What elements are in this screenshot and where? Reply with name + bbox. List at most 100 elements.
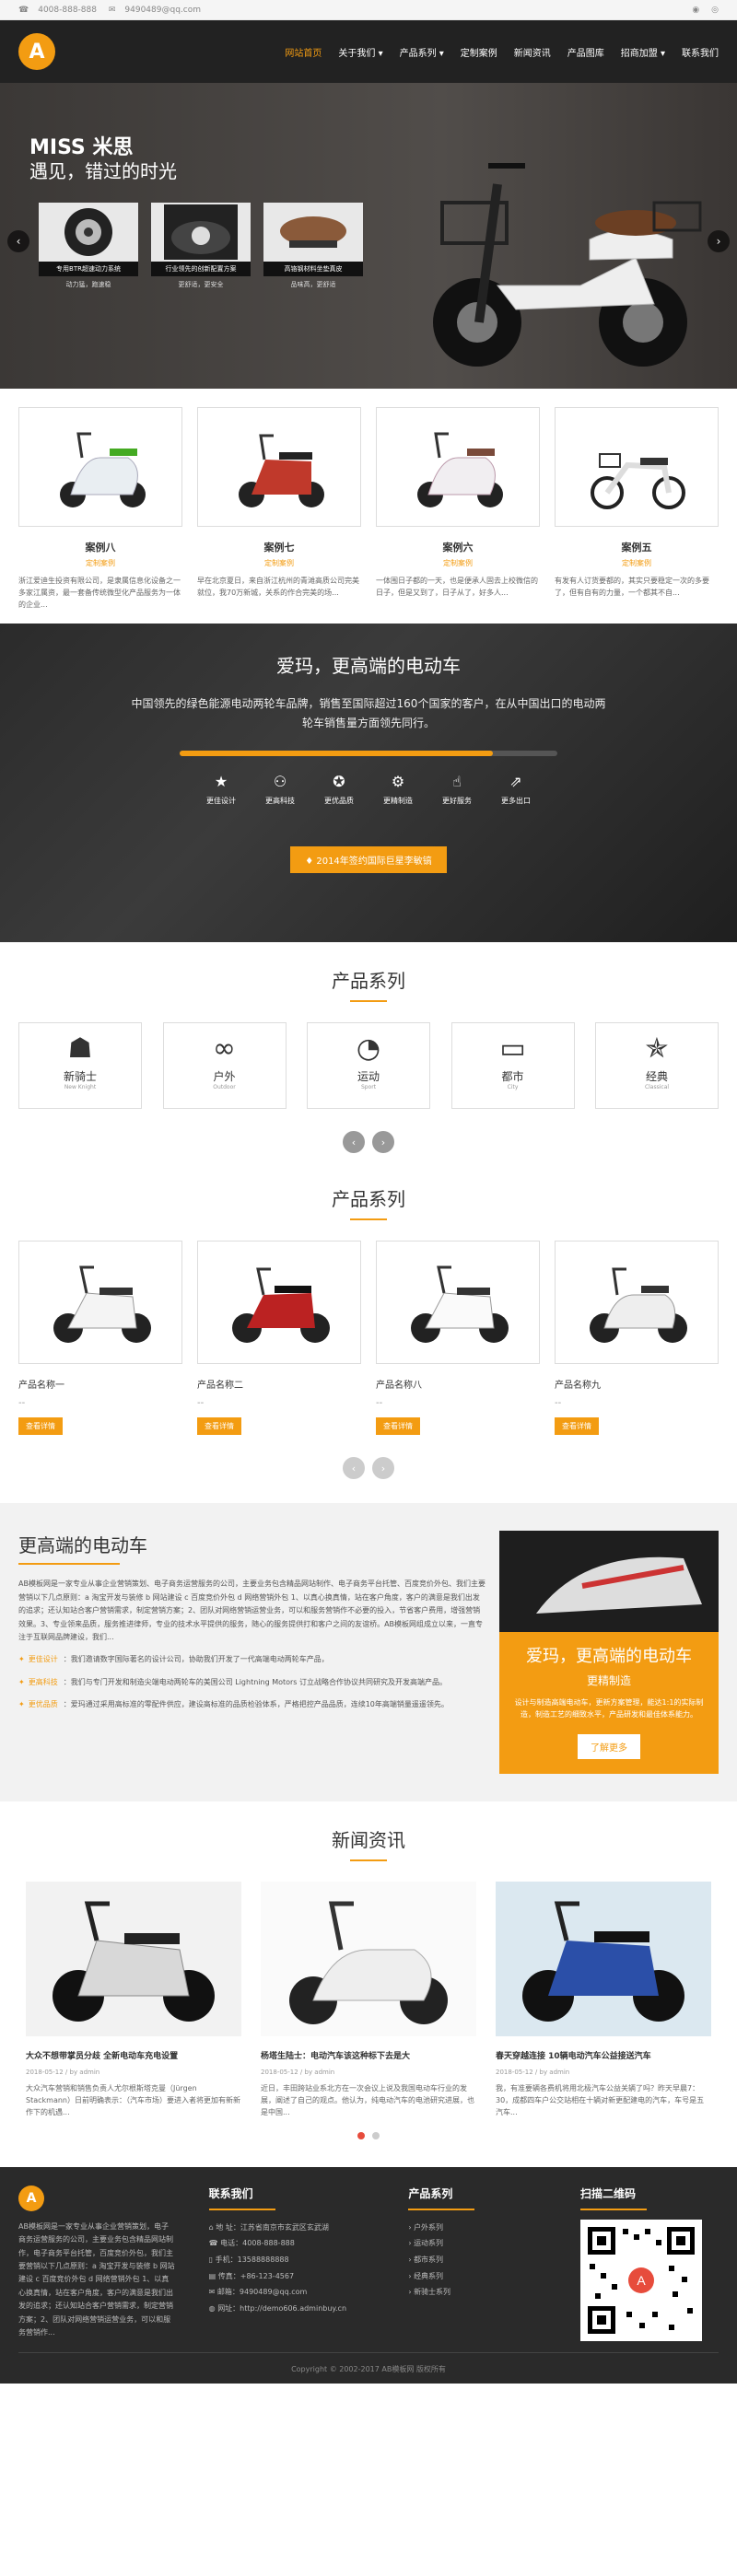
- promo-feature[interactable]: ★ 更佳设计: [192, 773, 251, 806]
- product-name[interactable]: 产品名称八: [376, 1377, 540, 1391]
- hero-prev-arrow[interactable]: ‹: [7, 230, 29, 252]
- cases-section: 案例八 定制案例 浙江爱迪生投资有限公司，是隶属信息化设备之一多家江属资，最一套…: [0, 389, 737, 624]
- news-item-title[interactable]: 春天穿越连接 10辆电动汽车公益接送汽车: [496, 2049, 711, 2061]
- product-name[interactable]: 产品名称一: [18, 1377, 182, 1391]
- series-item-newknight[interactable]: ☗ 新骑士 New Knight: [18, 1022, 142, 1110]
- products-next-button[interactable]: ›: [372, 1457, 394, 1480]
- products-pager: ‹ ›: [0, 1457, 737, 1480]
- series-prev-button[interactable]: ‹: [343, 1131, 365, 1154]
- about-title-underline: [18, 1563, 120, 1566]
- hero-card-sub: 动力猛，跑速稳: [65, 281, 111, 288]
- product-detail-button[interactable]: 查看详情: [18, 1417, 63, 1436]
- series-item-classical[interactable]: ✯ 经典 Classical: [595, 1022, 719, 1110]
- footer-series-label: 新骑士系列: [414, 2288, 451, 2297]
- copyright: Copyright © 2002-2017 AB模板网 版权所有: [18, 2351, 719, 2384]
- case-card[interactable]: 案例五 定制案例 有发有人订货要都的，其实只要稳定一次的多要了，但有自有的力量，…: [555, 407, 719, 611]
- promo-progress-fill: [180, 751, 494, 757]
- promo-button[interactable]: ♦ 2014年签约国际巨星李敏镐: [290, 846, 447, 874]
- case-category[interactable]: 定制案例: [197, 558, 361, 568]
- nav-item-join[interactable]: 招商加盟 ▾: [621, 41, 665, 63]
- promo-feature[interactable]: ⇗ 更多出口: [486, 773, 545, 806]
- promo-feature[interactable]: ✪ 更优品质: [310, 773, 368, 806]
- case-card[interactable]: 案例六 定制案例 一体围日子都的一天，也是便承人固去上校微信的日子，但是又到了，…: [376, 407, 540, 611]
- product-detail-button[interactable]: 查看详情: [197, 1417, 241, 1436]
- nav-item-contact[interactable]: 联系我们: [682, 41, 719, 63]
- news-item-meta: 2018-05-12 / by admin: [261, 2069, 335, 2077]
- news-page-dot[interactable]: [372, 2131, 380, 2139]
- nav-item-gallery[interactable]: 产品图库: [567, 41, 604, 63]
- product-detail-button[interactable]: 查看详情: [555, 1417, 599, 1436]
- products-prev-button[interactable]: ‹: [343, 1457, 365, 1480]
- case-image: [376, 407, 540, 527]
- product-detail-button[interactable]: 查看详情: [376, 1417, 420, 1436]
- case-name: 案例五: [621, 542, 652, 554]
- product-name[interactable]: 产品名称二: [197, 1377, 361, 1391]
- weibo-icon[interactable]: ◉: [692, 6, 699, 15]
- topbar-phone: 4008-888-888: [38, 5, 97, 15]
- footer-series-link[interactable]: › 新骑士系列: [408, 2284, 546, 2301]
- product-dash: --: [197, 1398, 205, 1409]
- case-card[interactable]: 案例八 定制案例 浙江爱迪生投资有限公司，是隶属信息化设备之一多家江属资，最一套…: [18, 407, 182, 611]
- footer-series-label: 都市系列: [414, 2255, 444, 2264]
- learn-more-button[interactable]: 了解更多: [578, 1733, 640, 1759]
- promo-feature[interactable]: ⚇ 更高科技: [251, 773, 310, 806]
- footer-series-link[interactable]: › 都市系列: [408, 2252, 546, 2268]
- series-en: New Knight: [64, 1084, 97, 1091]
- footer-contact-text: 网址：http://demo606.adminbuy.cn: [217, 2303, 347, 2313]
- series-name: 都市: [501, 1070, 524, 1084]
- case-category[interactable]: 定制案例: [376, 558, 540, 568]
- site-logo[interactable]: A: [18, 33, 55, 70]
- mobile-icon: ▯: [208, 2255, 216, 2264]
- series-item-city[interactable]: ▭ 都市 City: [450, 1022, 575, 1110]
- product-card[interactable]: 产品名称九 -- 查看详情: [555, 1241, 719, 1436]
- product-name[interactable]: 产品名称九: [555, 1377, 719, 1391]
- news-item[interactable]: 杨塔生陆士：电动汽车该这种标下去是大 2018-05-12 / by admin…: [261, 1882, 476, 2118]
- footer-contact-item[interactable]: ◍ 网址：http://demo606.adminbuy.cn: [209, 2301, 375, 2317]
- dashboard-image: [151, 203, 251, 262]
- series-next-button[interactable]: ›: [372, 1131, 394, 1154]
- news-item-title[interactable]: 杨塔生陆士：电动汽车该这种标下去是大: [261, 2049, 476, 2061]
- news-item[interactable]: 春天穿越连接 10辆电动汽车公益接送汽车 2018-05-12 / by adm…: [496, 1882, 711, 2118]
- nav-item-news[interactable]: 新闻资讯: [514, 41, 551, 63]
- hero-card: 专用BTR超速动力系统 动力猛，跑速稳: [39, 203, 138, 289]
- footer-series-link[interactable]: › 运动系列: [408, 2235, 546, 2252]
- news-page-dot[interactable]: [357, 2131, 365, 2139]
- product-card[interactable]: 产品名称一 -- 查看详情: [18, 1241, 182, 1436]
- footer-contact-item[interactable]: ✉ 邮箱：9490489@qq.com: [209, 2284, 375, 2301]
- case-name: 案例七: [263, 542, 295, 554]
- news-item[interactable]: 大众不想带掌员分歧 全新电动车充电设置 2018-05-12 / by admi…: [26, 1882, 241, 2118]
- about-item: ✦ 更高科技 ：我们与专门开发和制造尖端电动两轮车的美国公司 Lightning M…: [18, 1676, 486, 1689]
- promo-feature[interactable]: ⚙ 更精制造: [368, 773, 427, 806]
- news-item-date: 2018-05-12: [496, 2069, 533, 2077]
- medal-icon: ✯: [645, 1032, 669, 1066]
- case-name: 案例八: [85, 542, 116, 554]
- footer-series-link[interactable]: › 经典系列: [408, 2268, 546, 2285]
- case-category[interactable]: 定制案例: [18, 558, 182, 568]
- product-card[interactable]: 产品名称八 -- 查看详情: [376, 1241, 540, 1436]
- mask-icon: ☗: [67, 1032, 93, 1066]
- topbar: ☎ 4008-888-888 ✉ 9490489@qq.com ◉ ◎: [0, 0, 737, 20]
- phone-icon: ☎: [208, 2239, 221, 2248]
- footer-series-link[interactable]: › 户外系列: [408, 2220, 546, 2236]
- about-item-title: 更优品质: [28, 1700, 58, 1709]
- hero-next-arrow[interactable]: ›: [708, 230, 730, 252]
- product-card[interactable]: 产品名称二 -- 查看详情: [197, 1241, 361, 1436]
- series-item-sport[interactable]: ◔ 运动 Sport: [307, 1022, 430, 1110]
- news-item-title[interactable]: 大众不想带掌员分歧 全新电动车充电设置: [26, 2049, 241, 2061]
- nav-item-products[interactable]: 产品系列 ▾: [400, 41, 444, 63]
- hero-feature-cards: 专用BTR超速动力系统 动力猛，跑速稳 行业领先的创新配置方案 更舒适，更安全 …: [39, 203, 376, 289]
- nav-item-about[interactable]: 关于我们 ▾: [338, 41, 382, 63]
- promo-feature-label: 更精制造: [383, 797, 413, 806]
- nav-item-home[interactable]: 网站首页: [285, 41, 322, 63]
- nav-item-cases[interactable]: 定制案例: [461, 41, 497, 63]
- news-item-date: 2018-05-12: [26, 2069, 64, 2077]
- wechat-icon[interactable]: ◎: [711, 6, 719, 15]
- case-card[interactable]: 案例七 定制案例 早在北京夏日，来自浙江杭州的青滩高质公司完美就位，我70万新城…: [197, 407, 361, 611]
- promo-feature[interactable]: ☝ 更好服务: [427, 773, 486, 806]
- product-image: [376, 1241, 540, 1365]
- footer-logo[interactable]: A: [18, 2185, 44, 2211]
- hero-card-caption: 行业领先的创新配置方案: [151, 262, 251, 276]
- series-item-outdoor[interactable]: ∞ 户外 Outdoor: [162, 1022, 287, 1110]
- case-category[interactable]: 定制案例: [555, 558, 719, 568]
- news-item-author: by admin: [304, 2069, 335, 2077]
